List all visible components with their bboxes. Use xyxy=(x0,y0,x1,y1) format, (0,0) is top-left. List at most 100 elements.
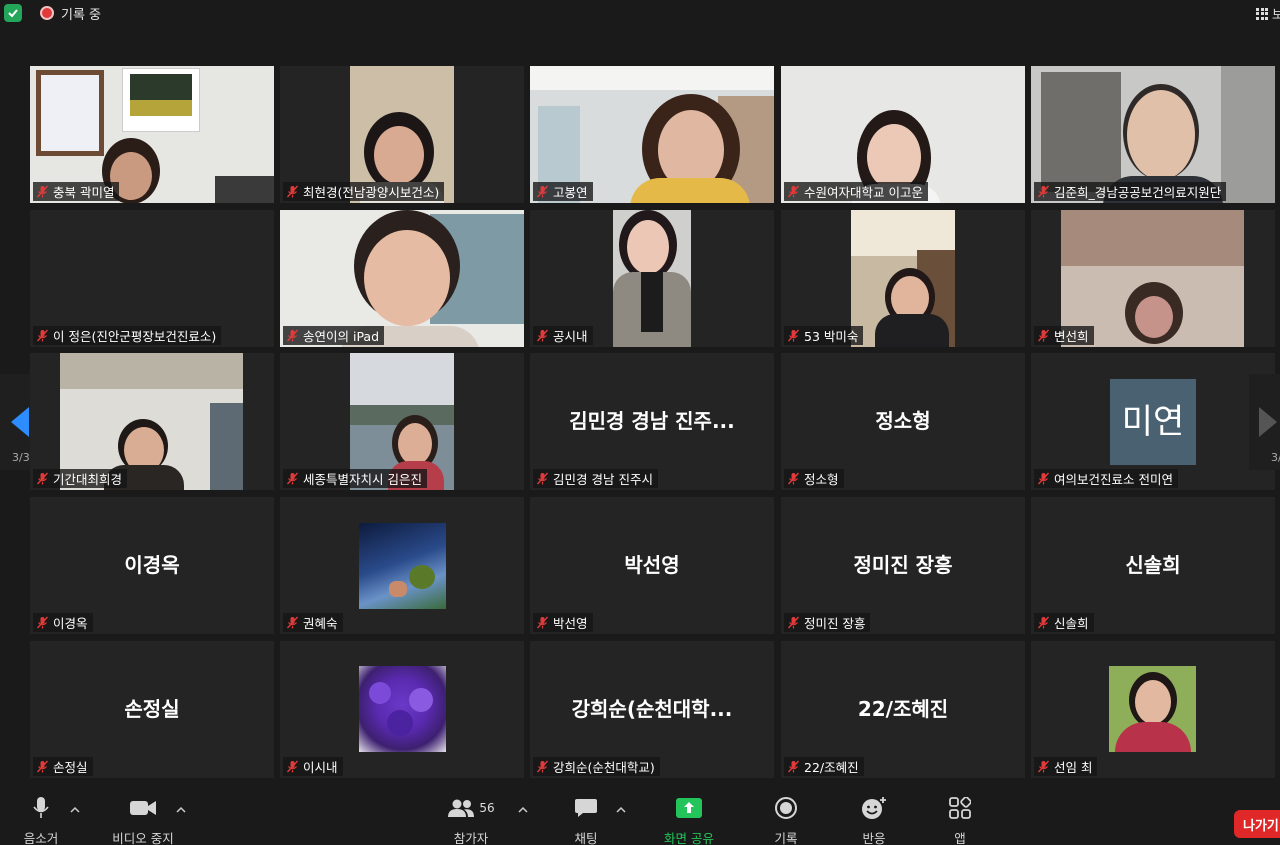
record-icon xyxy=(775,797,797,819)
participant-tile[interactable]: 손정실 손정실 xyxy=(30,641,274,778)
participant-tile[interactable]: 미연 여의보건진료소 전미연 xyxy=(1031,353,1275,490)
chevron-up-icon[interactable] xyxy=(616,805,626,815)
mic-muted-icon xyxy=(536,472,549,485)
security-shield-icon[interactable] xyxy=(4,4,22,22)
participant-display-name: 강희순(순천대학... xyxy=(571,697,733,721)
leave-meeting-button[interactable]: 나가기 xyxy=(1234,810,1280,838)
participant-display-name: 김민경 경남 진주... xyxy=(569,409,735,433)
participant-name: 김민경 경남 진주시 xyxy=(553,472,653,487)
participant-name-tag: 수원여자대학교 이고운 xyxy=(784,182,928,201)
stop-video-button[interactable]: 비디오 중지 xyxy=(106,793,180,845)
profile-picture xyxy=(1109,666,1196,752)
participant-name: 송연이의 iPad xyxy=(303,329,380,344)
record-button[interactable]: 기록 xyxy=(766,793,806,845)
participant-tile[interactable]: 공시내 xyxy=(530,210,774,347)
previous-page-button[interactable]: 3/3 xyxy=(0,374,30,470)
participant-tile[interactable]: 최현경(전남광양시보건소) xyxy=(280,66,524,203)
participant-name: 여의보건진료소 전미연 xyxy=(1054,472,1173,487)
chat-button[interactable]: 채팅 xyxy=(566,793,606,845)
mic-muted-icon xyxy=(536,329,549,342)
participant-name: 변선희 xyxy=(1054,329,1089,344)
participants-button[interactable]: 56 참가자 xyxy=(440,793,502,845)
participant-tile[interactable]: 김준희_경남공공보건의료지원단 xyxy=(1031,66,1275,203)
participant-tile[interactable]: 신솔희 신솔희 xyxy=(1031,497,1275,634)
participants-label: 참가자 xyxy=(453,831,489,845)
participant-name: 정미진 장흥 xyxy=(804,616,866,631)
chevron-up-icon[interactable] xyxy=(176,805,186,815)
participant-tile[interactable]: 기간대최희경 xyxy=(30,353,274,490)
mic-muted-icon xyxy=(1037,185,1050,198)
reactions-button[interactable]: 반응 xyxy=(852,793,896,845)
participant-name: 세종특별자치시 김은진 xyxy=(303,472,422,487)
participant-name-tag: 정소형 xyxy=(784,469,844,488)
participant-name-tag: 송연이의 iPad xyxy=(283,326,385,345)
participant-tile[interactable]: 53 박미숙 xyxy=(781,210,1025,347)
participant-tile[interactable]: 충북 곽미열 xyxy=(30,66,274,203)
participant-name-tag: 고봉연 xyxy=(533,182,593,201)
participant-name: 기간대최희경 xyxy=(53,472,123,487)
participant-name: 53 박미숙 xyxy=(804,329,859,344)
share-screen-button[interactable]: 화면 공유 xyxy=(656,793,722,845)
participant-name-tag: 권혜숙 xyxy=(283,613,343,632)
mute-label: 음소거 xyxy=(23,831,59,845)
participant-tile[interactable]: 세종특별자치시 김은진 xyxy=(280,353,524,490)
participant-tile[interactable]: 권혜숙 xyxy=(280,497,524,634)
participant-name: 이 정은(진안군평장보건진료소) xyxy=(53,329,217,344)
mic-muted-icon xyxy=(1037,472,1050,485)
grid-view-icon xyxy=(1256,7,1268,20)
participant-avatar: 미연 xyxy=(1110,379,1196,465)
participant-tile[interactable]: 정미진 장흥 정미진 장흥 xyxy=(781,497,1025,634)
participant-tile[interactable]: 선임 최 xyxy=(1031,641,1275,778)
participant-name-tag: 최현경(전남광양시보건소) xyxy=(283,182,445,201)
participant-name-tag: 신솔희 xyxy=(1034,613,1094,632)
share-screen-icon xyxy=(676,798,702,818)
participant-tile[interactable]: 이 정은(진안군평장보건진료소) xyxy=(30,210,274,347)
apps-button[interactable]: 앱 xyxy=(944,793,976,845)
mute-button[interactable]: 음소거 xyxy=(14,793,68,845)
participant-name-tag: 기간대최희경 xyxy=(33,469,128,488)
participant-name-tag: 정미진 장흥 xyxy=(784,613,871,632)
page-indicator: 3/3 xyxy=(12,451,30,464)
mic-muted-icon xyxy=(536,760,549,773)
smiley-icon xyxy=(862,797,886,819)
participant-name-tag: 이경옥 xyxy=(33,613,93,632)
participant-tile[interactable]: 정소형 정소형 xyxy=(781,353,1025,490)
participant-name: 고봉연 xyxy=(553,185,588,200)
participant-tile[interactable]: 강희순(순천대학... 강희순(순천대학교) xyxy=(530,641,774,778)
participant-tile[interactable]: 김민경 경남 진주... 김민경 경남 진주시 xyxy=(530,353,774,490)
participant-display-name: 정미진 장흥 xyxy=(853,553,953,577)
participant-tile[interactable]: 22/조혜진 22/조혜진 xyxy=(781,641,1025,778)
video-camera-icon xyxy=(130,801,156,815)
apps-icon xyxy=(949,797,971,819)
participant-tile[interactable]: 이경옥 이경옥 xyxy=(30,497,274,634)
participant-name-tag: 변선희 xyxy=(1034,326,1094,345)
video-feed xyxy=(613,210,691,347)
mic-muted-icon xyxy=(787,616,800,629)
mic-muted-icon xyxy=(36,760,49,773)
participant-tile[interactable]: 송연이의 iPad xyxy=(280,210,524,347)
mic-muted-icon xyxy=(1037,329,1050,342)
participant-tile[interactable]: 고봉연 xyxy=(530,66,774,203)
participant-display-name: 정소형 xyxy=(875,409,931,433)
view-button[interactable]: 보 xyxy=(1256,4,1280,23)
mic-muted-icon xyxy=(286,329,299,342)
stop-video-label: 비디오 중지 xyxy=(112,831,174,845)
participant-name-tag: 김민경 경남 진주시 xyxy=(533,469,658,488)
participant-tile[interactable]: 박선영 박선영 xyxy=(530,497,774,634)
mic-muted-icon xyxy=(787,185,800,198)
participant-name: 이시내 xyxy=(303,760,338,775)
participant-name-tag: 박선영 xyxy=(533,613,593,632)
view-label: 보 xyxy=(1272,8,1280,23)
profile-picture xyxy=(359,523,446,609)
participant-tile[interactable]: 수원여자대학교 이고운 xyxy=(781,66,1025,203)
next-page-button[interactable]: 3/ xyxy=(1249,374,1280,470)
chevron-up-icon[interactable] xyxy=(70,805,80,815)
chevron-up-icon[interactable] xyxy=(518,805,528,815)
participant-name: 공시내 xyxy=(553,329,588,344)
participant-name: 정소형 xyxy=(804,472,839,487)
profile-picture xyxy=(359,666,446,752)
participant-tile[interactable]: 이시내 xyxy=(280,641,524,778)
participant-tile[interactable]: 변선희 xyxy=(1031,210,1275,347)
meeting-toolbar: 음소거 비디오 중지 56 참가자 채팅 화면 공유 기록 반응 앱 나가기 xyxy=(0,793,1280,845)
participant-name: 권혜숙 xyxy=(303,616,338,631)
